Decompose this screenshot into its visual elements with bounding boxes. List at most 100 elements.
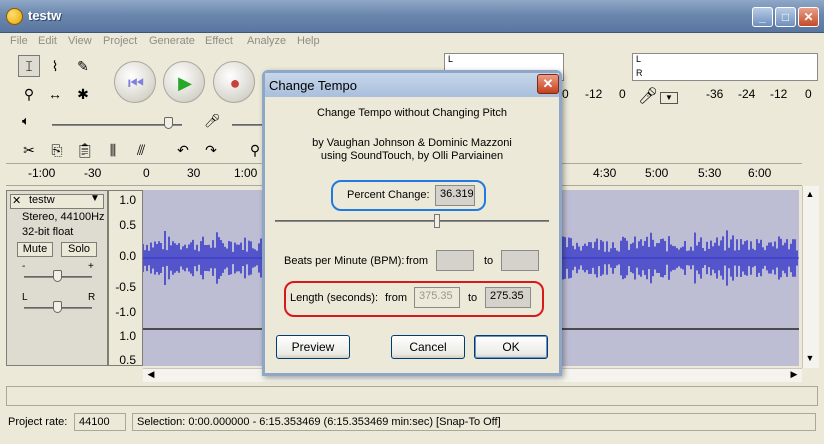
microphone-icon: 🎤︎ — [204, 113, 221, 128]
percent-change-label: Percent Change: — [347, 189, 430, 201]
chevron-down-icon[interactable]: ▼ — [90, 193, 100, 204]
amplitude-label: 0.0 — [119, 249, 136, 263]
record-meter-right-label: R — [636, 68, 643, 78]
track-bitdepth: 32-bit float — [22, 226, 74, 238]
meter-scale-label: -12 — [585, 87, 603, 101]
dialog-close-button[interactable]: ✕ — [537, 74, 559, 94]
scroll-up-icon[interactable]: ▲ — [803, 189, 817, 199]
gain-slider-thumb[interactable] — [53, 270, 62, 282]
cut-icon[interactable]: ✂ — [18, 139, 40, 161]
ruler-label: -1:00 — [28, 166, 56, 180]
selection-tool-icon[interactable]: 𝙸 — [18, 55, 40, 77]
silence-icon[interactable]: ⫻ — [130, 139, 152, 161]
scroll-down-icon[interactable]: ▼ — [803, 353, 817, 363]
ruler-label: 30 — [187, 166, 201, 180]
dialog-credit-2: using SoundTouch, by Olli Parviainen — [320, 150, 504, 162]
track-format: Stereo, 44100Hz — [22, 211, 105, 223]
bpm-from-input[interactable] — [436, 250, 474, 271]
length-to-label: to — [468, 292, 478, 304]
gain-plus-label: + — [88, 261, 94, 272]
amplitude-label: 1.0 — [119, 329, 136, 343]
play-icon: ▶ — [178, 73, 192, 93]
menu-effect[interactable]: Effect — [205, 35, 233, 47]
record-volume-slider[interactable] — [232, 124, 262, 126]
amplitude-label: 1.0 — [119, 193, 136, 207]
record-meter-dropdown[interactable]: ▼ — [660, 92, 678, 104]
minimize-button[interactable]: _ — [752, 7, 773, 27]
ruler-label: 6:00 — [748, 166, 772, 180]
meter-scale-label: 0 — [805, 87, 812, 101]
ruler-label: 0 — [143, 166, 150, 180]
amplitude-label: 0.5 — [119, 218, 136, 232]
meter-scale-label: -12 — [770, 87, 788, 101]
playback-volume-slider[interactable] — [52, 124, 182, 126]
bpm-to-label: to — [484, 255, 494, 267]
dialog-credit-1: by Vaughan Johnson & Dominic Mazzoni — [312, 137, 512, 149]
menu-file[interactable]: File — [10, 35, 28, 47]
pan-slider-thumb[interactable] — [53, 301, 62, 313]
title-bar — [0, 0, 824, 33]
zoom-tool-icon[interactable]: ⚲ — [18, 83, 40, 105]
redo-icon[interactable]: ↷ — [200, 139, 222, 161]
ruler-label: 4:30 — [593, 166, 617, 180]
scroll-right-icon[interactable]: ▶ — [787, 369, 801, 380]
copy-icon[interactable]: ⎘ — [46, 139, 68, 161]
project-rate-field[interactable]: 44100 — [74, 413, 126, 431]
amplitude-label: -1.0 — [115, 305, 136, 319]
menu-analyze[interactable]: Analyze — [247, 35, 286, 47]
amplitude-label: 0.5 — [119, 353, 136, 367]
ruler-label: -30 — [84, 166, 102, 180]
record-meter-left-label: L — [636, 54, 642, 64]
dialog-title: Change Tempo — [269, 78, 357, 93]
microphone-icon: 🎤︎ — [638, 88, 659, 105]
menu-view[interactable]: View — [68, 35, 92, 47]
solo-button[interactable]: Solo — [61, 242, 97, 257]
undo-icon[interactable]: ↶ — [172, 139, 194, 161]
multi-tool-icon[interactable]: ✱ — [72, 83, 94, 105]
bpm-to-input[interactable] — [501, 250, 539, 271]
meter-scale-label: 0 — [619, 87, 626, 101]
track-name: testw — [29, 194, 55, 206]
ok-button[interactable]: OK — [474, 335, 548, 359]
menu-project[interactable]: Project — [103, 35, 137, 47]
play-button[interactable]: ▶ — [163, 61, 205, 103]
paste-icon[interactable]: 📋︎ — [74, 139, 96, 161]
length-to-input[interactable]: 275.35 — [485, 287, 531, 308]
status-strip — [6, 386, 818, 406]
speaker-icon: 🔈︎ — [22, 113, 30, 128]
preview-button[interactable]: Preview — [276, 335, 350, 359]
ruler-label: 5:00 — [645, 166, 669, 180]
skip-start-button[interactable]: ⏮ — [114, 61, 156, 103]
draw-tool-icon[interactable]: ✎ — [72, 55, 94, 77]
trim-icon[interactable]: ⫼ — [102, 139, 124, 161]
window-title: testw — [28, 8, 62, 23]
length-from-label: from — [385, 292, 407, 304]
maximize-button[interactable]: □ — [775, 7, 796, 27]
amplitude-label: -0.5 — [115, 280, 136, 294]
track-close-icon[interactable]: ✕ — [12, 194, 21, 207]
selection-status: Selection: 0:00.000000 - 6:15.353469 (6:… — [132, 413, 816, 431]
close-button[interactable]: ✕ — [798, 7, 819, 27]
ruler-label: 5:30 — [698, 166, 722, 180]
percent-change-slider-thumb[interactable] — [433, 214, 440, 228]
percent-change-input[interactable]: 36.319 — [435, 185, 475, 206]
scroll-left-icon[interactable]: ◀ — [144, 369, 158, 380]
menu-edit[interactable]: Edit — [38, 35, 57, 47]
project-rate-label: Project rate: — [8, 416, 68, 428]
record-button[interactable]: ● — [213, 61, 255, 103]
percent-change-slider[interactable] — [275, 220, 549, 222]
menu-help[interactable]: Help — [297, 35, 320, 47]
timeshift-tool-icon[interactable]: ↔ — [44, 83, 66, 105]
record-icon: ● — [229, 73, 241, 93]
envelope-tool-icon[interactable]: ⌇ — [44, 55, 66, 77]
mute-button[interactable]: Mute — [17, 242, 53, 257]
cancel-button[interactable]: Cancel — [391, 335, 465, 359]
playback-volume-thumb[interactable] — [164, 117, 173, 129]
gain-minus-label: - — [22, 261, 26, 272]
menu-generate[interactable]: Generate — [149, 35, 195, 47]
length-label: Length (seconds): — [290, 292, 379, 304]
record-meter[interactable] — [632, 53, 818, 81]
meter-scale-label: 0 — [562, 87, 569, 101]
ruler-label: 1:00 — [234, 166, 258, 180]
vertical-scrollbar[interactable] — [802, 186, 819, 368]
